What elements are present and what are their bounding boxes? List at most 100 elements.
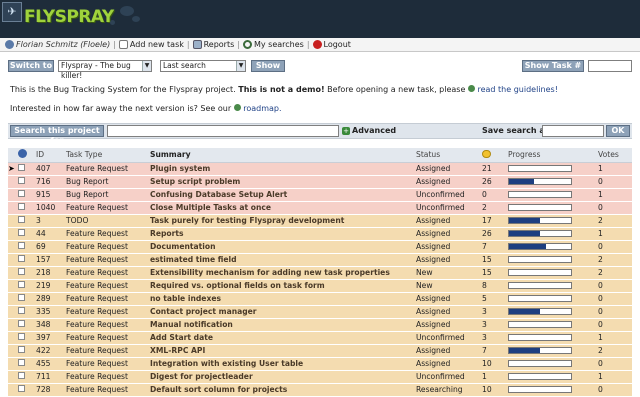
search-project-button[interactable]: Search this project for — [10, 125, 104, 145]
header-progress[interactable]: Progress — [508, 148, 598, 163]
task-id[interactable]: 348 — [36, 320, 51, 329]
flyspray-logo-icon[interactable]: ✈ — [2, 2, 22, 22]
table-row[interactable]: 218 Feature Request Extensibility mechanis… — [8, 266, 632, 280]
row-checkbox[interactable] — [18, 346, 25, 353]
task-summary[interactable]: Extensibility mechanism for adding new t… — [150, 268, 390, 277]
task-summary[interactable]: estimated time field — [150, 255, 237, 264]
task-id[interactable]: 915 — [36, 190, 51, 199]
row-checkbox[interactable] — [18, 203, 25, 210]
table-row[interactable]: 711 Feature Request Digest for projectlead… — [8, 370, 632, 384]
row-checkbox[interactable] — [18, 229, 25, 236]
task-id[interactable]: 69 — [36, 242, 46, 251]
table-row[interactable]: 157 Feature Request estimated time field As… — [8, 253, 632, 267]
row-checkbox[interactable] — [18, 164, 25, 171]
roadmap-link[interactable]: roadmap. — [243, 104, 281, 113]
task-id[interactable]: 1040 — [36, 203, 55, 212]
row-checkbox[interactable] — [18, 190, 25, 197]
add-task-link[interactable]: Add new task — [116, 40, 187, 49]
table-row[interactable]: 728 Feature Request Default sort column fo… — [8, 383, 632, 397]
header-comments[interactable] — [482, 148, 508, 163]
table-row[interactable]: 348 Feature Request Manual notification Ass… — [8, 318, 632, 332]
task-summary[interactable]: Reports — [150, 229, 184, 238]
guidelines-link[interactable]: read the guidelines! — [477, 85, 557, 94]
row-checkbox[interactable] — [18, 255, 25, 262]
header-votes[interactable]: Votes — [598, 148, 632, 163]
task-summary[interactable]: Integration with existing User table — [150, 359, 303, 368]
row-checkbox[interactable] — [18, 359, 25, 366]
row-checkbox[interactable] — [18, 281, 25, 288]
task-id[interactable]: 3 — [36, 216, 41, 225]
header-summary[interactable]: Summary — [150, 148, 416, 163]
table-row[interactable]: 455 Feature Request Integration with exist… — [8, 357, 632, 371]
row-checkbox[interactable] — [18, 333, 25, 340]
table-row[interactable]: 219 Feature Request Required vs. optional … — [8, 279, 632, 293]
task-summary[interactable]: Required vs. optional fields on task for… — [150, 281, 325, 290]
task-summary[interactable]: Manual notification — [150, 320, 233, 329]
task-id[interactable]: 422 — [36, 346, 51, 355]
task-summary[interactable]: Confusing Database Setup Alert — [150, 190, 287, 199]
task-summary[interactable]: Documentation — [150, 242, 216, 251]
row-checkbox[interactable] — [18, 216, 25, 223]
reports-link[interactable]: Reports — [190, 40, 238, 49]
task-summary[interactable]: Close Multiple Tasks at once — [150, 203, 271, 212]
row-checkbox[interactable] — [18, 372, 25, 379]
task-id-input[interactable] — [588, 60, 632, 72]
task-summary[interactable]: Plugin system — [150, 164, 210, 173]
brand-logo[interactable]: FLYSPRAY — [24, 7, 114, 27]
my-searches-link[interactable]: My searches — [240, 40, 307, 49]
task-id[interactable]: 397 — [36, 333, 51, 342]
row-checkbox[interactable] — [18, 268, 25, 275]
table-row[interactable]: 1040 Feature Request Close Multiple Tasks … — [8, 201, 632, 215]
row-checkbox[interactable] — [18, 320, 25, 327]
table-row[interactable]: 422 Feature Request XML-RPC API Assigned 7 2 — [8, 344, 632, 358]
header-status[interactable]: Status — [416, 148, 482, 163]
switch-to-button[interactable]: Switch to — [8, 60, 54, 72]
show-button[interactable]: Show — [251, 60, 285, 72]
logout-link[interactable]: Logout — [310, 40, 354, 49]
table-row[interactable]: 3 TODO Task purely for testing Flyspray de… — [8, 214, 632, 228]
table-row[interactable]: 397 Feature Request Add Start date Unconfir… — [8, 331, 632, 345]
advanced-toggle[interactable]: + Advanced — [342, 126, 396, 135]
table-row[interactable]: 44 Feature Request Reports Assigned 26 1 — [8, 227, 632, 241]
task-id[interactable]: 218 — [36, 268, 51, 277]
task-id[interactable]: 157 — [36, 255, 51, 264]
task-id[interactable]: 728 — [36, 385, 51, 394]
task-summary[interactable]: Add Start date — [150, 333, 213, 342]
table-row[interactable]: 915 Bug Report Confusing Database Setup Al… — [8, 188, 632, 202]
task-id[interactable]: 219 — [36, 281, 51, 290]
table-row[interactable]: 716 Bug Report Setup script problem Assigne… — [8, 175, 632, 189]
task-id[interactable]: 407 — [36, 164, 51, 173]
row-checkbox[interactable] — [18, 242, 25, 249]
save-search-ok-button[interactable]: OK — [606, 125, 630, 137]
task-summary[interactable]: XML-RPC API — [150, 346, 205, 355]
header-id[interactable]: ID — [36, 148, 66, 163]
row-checkbox[interactable] — [18, 307, 25, 314]
search-input[interactable] — [107, 125, 339, 137]
show-task-button[interactable]: Show Task # — [522, 60, 584, 72]
task-id[interactable]: 289 — [36, 294, 51, 303]
project-select[interactable]: Flyspray - The bug killer! ▼ — [58, 60, 152, 80]
task-summary[interactable]: no table indexes — [150, 294, 221, 303]
header-task-type[interactable]: Task Type — [66, 148, 150, 163]
table-row[interactable]: 335 Feature Request Contact project manage… — [8, 305, 632, 319]
search-select[interactable]: Last search ▼ — [160, 60, 246, 72]
table-row[interactable]: ➤ 407 Feature Request Plugin system Assigned… — [8, 162, 632, 176]
table-row[interactable]: 69 Feature Request Documentation Assigned 7 0 — [8, 240, 632, 254]
row-checkbox[interactable] — [18, 177, 25, 184]
task-summary[interactable]: Contact project manager — [150, 307, 257, 316]
row-checkbox[interactable] — [18, 294, 25, 301]
row-checkbox[interactable] — [18, 385, 25, 392]
task-id[interactable]: 716 — [36, 177, 51, 186]
task-id[interactable]: 455 — [36, 359, 51, 368]
user-link[interactable]: Florian Schmitz (Floele) — [2, 40, 113, 49]
task-summary[interactable]: Setup script problem — [150, 177, 240, 186]
task-summary[interactable]: Task purely for testing Flyspray develop… — [150, 216, 344, 225]
save-search-input[interactable] — [542, 125, 604, 137]
task-id[interactable]: 44 — [36, 229, 46, 238]
columns-toggle-icon[interactable] — [18, 149, 27, 159]
table-row[interactable]: 289 Feature Request no table indexes Assign… — [8, 292, 632, 306]
task-id[interactable]: 335 — [36, 307, 51, 316]
task-summary[interactable]: Default sort column for projects — [150, 385, 287, 394]
task-summary[interactable]: Digest for projectleader — [150, 372, 253, 381]
task-id[interactable]: 711 — [36, 372, 51, 381]
